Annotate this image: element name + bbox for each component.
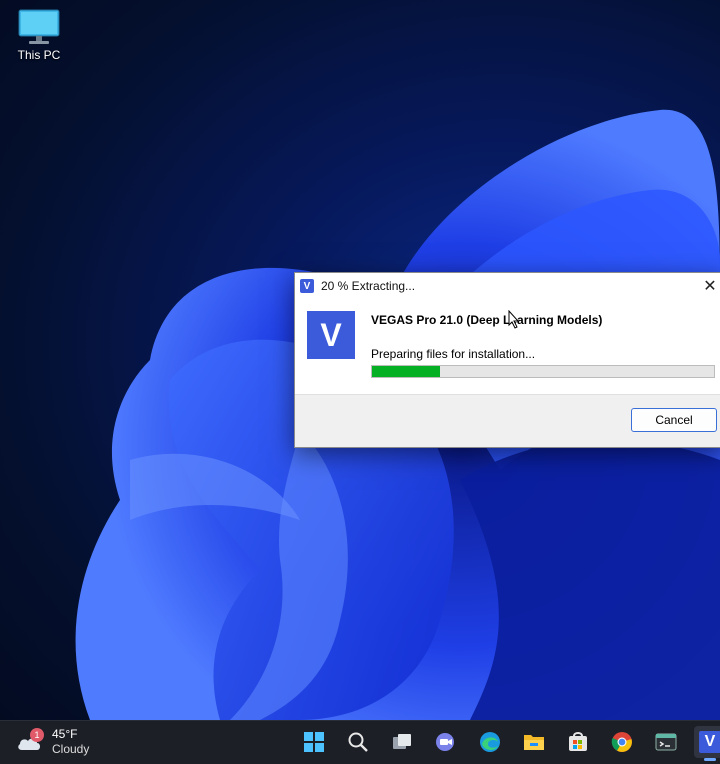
weather-temperature: 45°F: [52, 727, 78, 741]
file-explorer-icon[interactable]: [518, 726, 550, 758]
start-icon[interactable]: [298, 726, 330, 758]
notification-badge: 1: [30, 728, 44, 742]
taskbar-apps: V: [298, 726, 720, 761]
terminal-icon[interactable]: [650, 726, 682, 758]
close-button[interactable]: ✕: [701, 276, 719, 296]
search-icon[interactable]: [342, 726, 374, 758]
desktop-icon-label: This PC: [17, 48, 61, 62]
weather-widget[interactable]: 1 45°F Cloudy: [16, 727, 89, 757]
progress-bar: [371, 365, 715, 378]
cancel-button[interactable]: Cancel: [631, 408, 717, 432]
text-cursor-icon: [508, 310, 520, 329]
taskbar: 1 45°F Cloudy V: [0, 720, 720, 764]
vegas-app-icon: V: [300, 279, 314, 293]
weather-condition: Cloudy: [52, 742, 90, 756]
progress-bar-fill: [372, 366, 441, 377]
dialog-titlebar[interactable]: V 20 % Extracting... ✕: [295, 273, 720, 299]
vegas-icon[interactable]: V: [694, 726, 720, 761]
status-text: Preparing files for installation...: [371, 347, 536, 361]
product-name: VEGAS Pro 21.0 (Deep Learning Models): [371, 313, 603, 327]
edge-icon[interactable]: [474, 726, 506, 758]
dialog-title: 20 % Extracting...: [321, 279, 416, 293]
extract-dialog: V 20 % Extracting... ✕ V VEGAS Pro 21.0 …: [294, 272, 720, 448]
chrome-icon[interactable]: [606, 726, 638, 758]
teams-chat-icon[interactable]: [430, 726, 462, 758]
monitor-icon: [18, 9, 60, 44]
vegas-taskbar-letter: V: [699, 731, 720, 753]
microsoft-store-icon[interactable]: [562, 726, 594, 758]
dialog-footer: Cancel: [295, 394, 720, 447]
cloud-icon: 1: [16, 728, 44, 752]
task-view-icon[interactable]: [386, 726, 418, 758]
vegas-logo-icon: V: [307, 311, 355, 359]
desktop-icon-this-pc[interactable]: This PC: [10, 8, 68, 62]
